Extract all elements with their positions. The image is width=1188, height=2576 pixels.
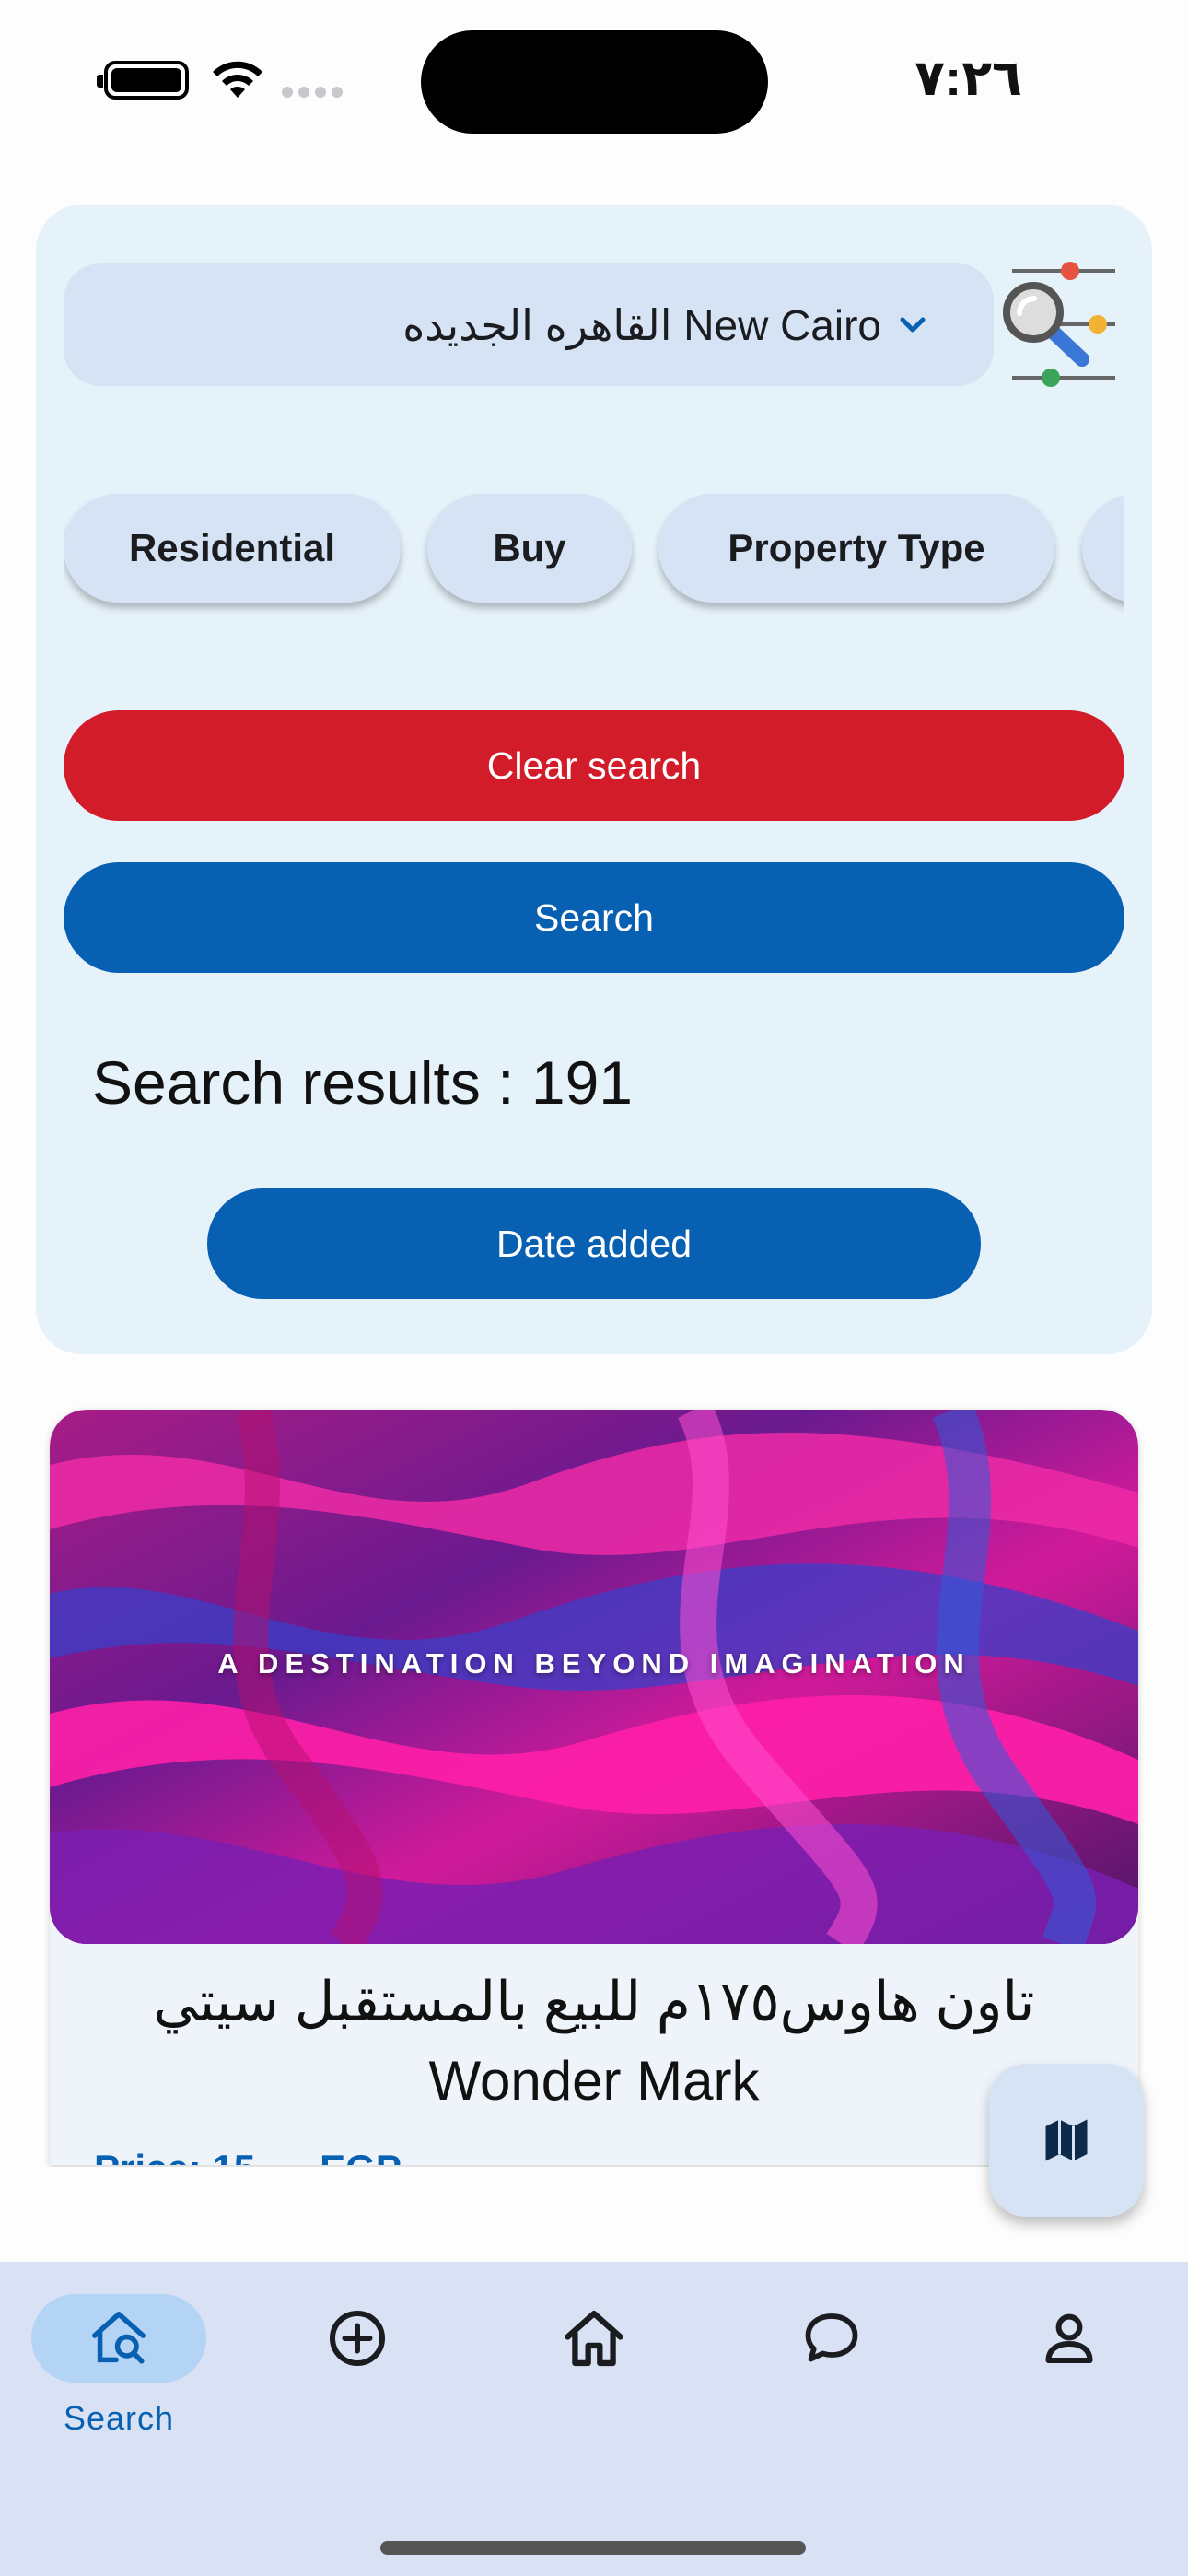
nav-search[interactable]: Search bbox=[27, 2294, 211, 2469]
home-indicator bbox=[380, 2541, 806, 2555]
chevron-down-icon bbox=[900, 317, 926, 332]
cellular-signal-icon bbox=[282, 87, 343, 98]
advanced-filter-icon[interactable] bbox=[1003, 256, 1119, 392]
filter-chips: Residential Buy Property Type bbox=[64, 485, 1124, 623]
listing-image-tagline: A DESTINATION BEYOND IMAGINATION bbox=[217, 1647, 971, 1680]
status-bar: ٧:٢٦ bbox=[0, 0, 1188, 157]
chat-bubble-icon bbox=[805, 2313, 858, 2362]
location-value: القاهره الجديده New Cairo bbox=[402, 300, 881, 349]
chip-buy[interactable]: Buy bbox=[427, 494, 632, 603]
wifi-icon bbox=[213, 61, 262, 98]
nav-add-listing[interactable] bbox=[265, 2294, 449, 2469]
map-view-button[interactable] bbox=[989, 2064, 1144, 2217]
clear-search-button[interactable]: Clear search bbox=[64, 710, 1124, 821]
nav-search-label: Search bbox=[63, 2399, 175, 2437]
map-icon bbox=[1045, 2119, 1088, 2161]
location-dropdown[interactable]: القاهره الجديده New Cairo bbox=[64, 263, 994, 386]
battery-icon bbox=[97, 61, 189, 100]
listing-image: A DESTINATION BEYOND IMAGINATION bbox=[50, 1410, 1138, 1944]
home-search-icon bbox=[91, 2311, 146, 2364]
chip-property-type[interactable]: Property Type bbox=[658, 494, 1054, 603]
nav-profile[interactable] bbox=[977, 2294, 1161, 2469]
add-circle-icon bbox=[330, 2311, 385, 2366]
listing-title: تاون هاوس١٧٥م للبيع بالمستقبل سيتي Wonde… bbox=[153, 1971, 1035, 2112]
sort-date-added-button[interactable]: Date added bbox=[207, 1188, 981, 1299]
status-time: ٧:٢٦ bbox=[914, 51, 1022, 106]
listing-price: Price: 15,..., EGP bbox=[94, 2147, 402, 2165]
dynamic-island bbox=[421, 30, 768, 134]
listing-card[interactable]: A DESTINATION BEYOND IMAGINATION تاون ها… bbox=[50, 1410, 1138, 2165]
nav-active-indicator bbox=[31, 2294, 206, 2383]
bottom-navigation: Search bbox=[0, 2262, 1188, 2576]
nav-home[interactable] bbox=[502, 2294, 686, 2469]
person-icon bbox=[1045, 2313, 1093, 2363]
chip-residential[interactable]: Residential bbox=[64, 494, 401, 603]
home-icon bbox=[565, 2310, 623, 2367]
chip-partial[interactable] bbox=[1082, 494, 1124, 603]
search-results-count: Search results : 191 bbox=[92, 1048, 633, 1117]
nav-messages[interactable] bbox=[740, 2294, 924, 2469]
search-button[interactable]: Search bbox=[64, 862, 1124, 973]
